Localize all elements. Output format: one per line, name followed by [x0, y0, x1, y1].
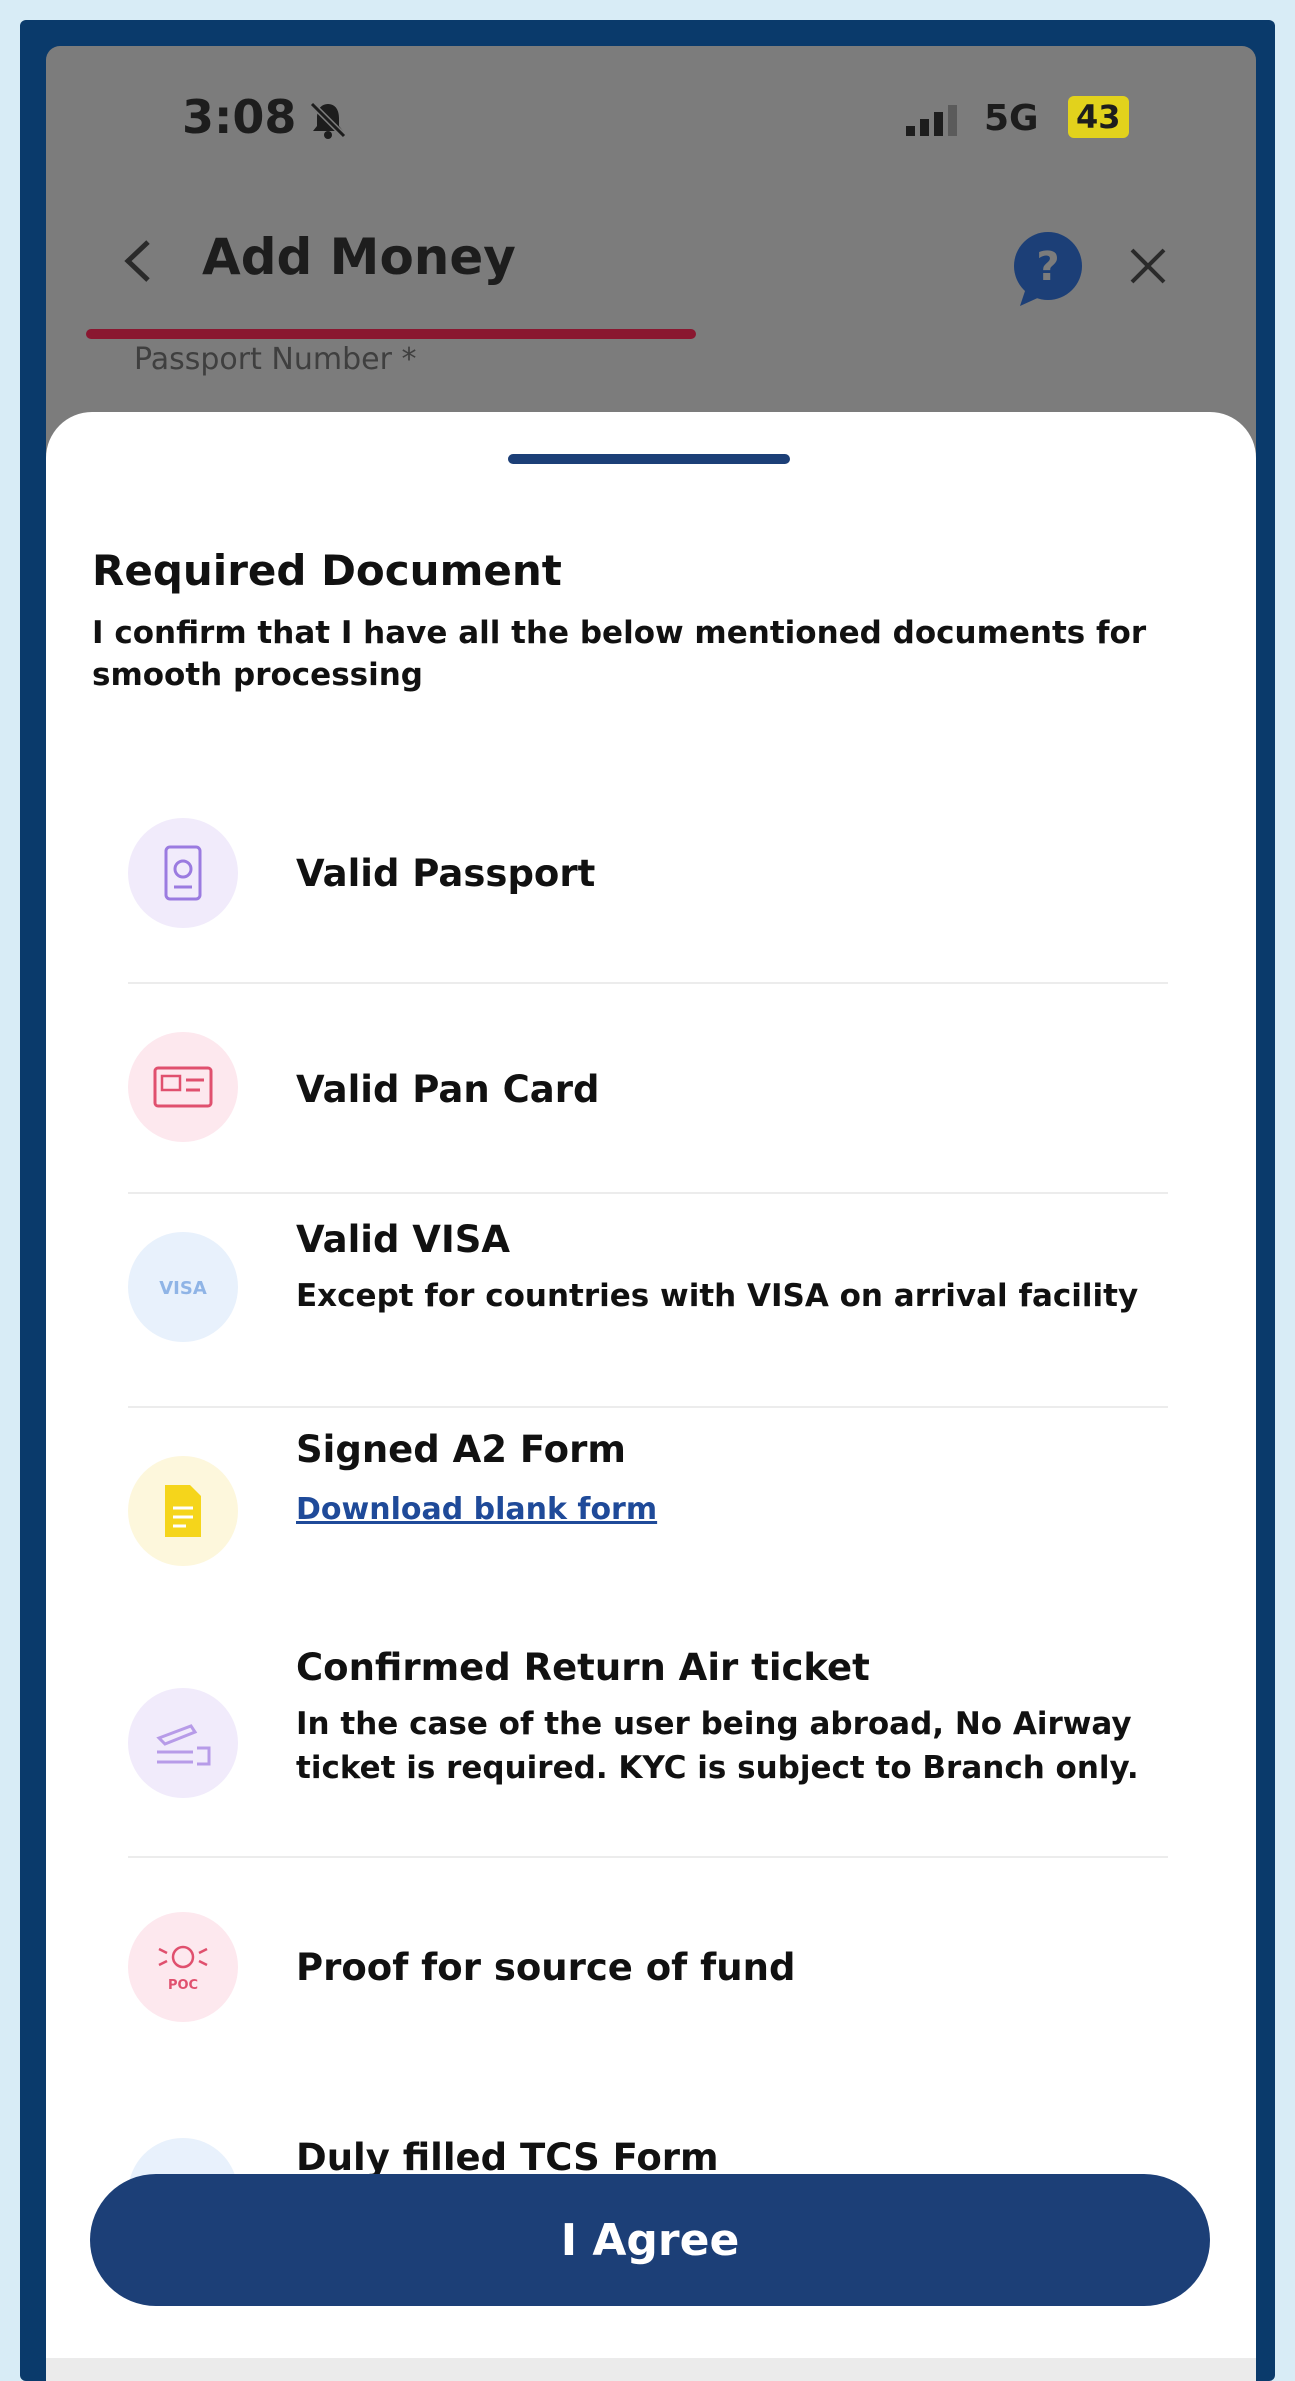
sheet-subtitle: I confirm that I have all the below ment… — [92, 615, 1147, 693]
svg-text:?: ? — [1036, 244, 1059, 290]
bottom-navigation-area — [46, 2358, 1256, 2381]
source-of-fund-icon: POC — [128, 1912, 238, 2022]
svg-text:POC: POC — [168, 1978, 198, 1993]
phone-screen: 3:08 5G 43 Add Money ? Passport Number *… — [46, 46, 1256, 2381]
svg-text:VISA: VISA — [159, 1278, 207, 1299]
doc-title: Valid Pan Card — [296, 1068, 600, 1111]
air-ticket-icon — [128, 1688, 238, 1798]
status-time: 3:08 — [182, 90, 297, 144]
doc-title: Valid VISA — [296, 1218, 510, 1261]
doc-description: Except for countries with VISA on arriva… — [296, 1278, 1139, 1314]
signal-strength-icon — [904, 104, 964, 142]
sheet-drag-handle[interactable] — [508, 454, 790, 464]
download-blank-form-link[interactable]: Download blank form — [296, 1492, 657, 1527]
passport-number-label: Passport Number * — [134, 342, 417, 377]
divider — [128, 1856, 1168, 1858]
form-document-icon — [128, 1456, 238, 1566]
divider — [128, 982, 1168, 984]
doc-title: Proof for source of fund — [296, 1946, 796, 1989]
required-document-sheet: Required Document I confirm that I have … — [46, 412, 1256, 2381]
help-chat-icon[interactable]: ? — [1006, 226, 1090, 314]
sheet-title: Required Document — [92, 546, 562, 595]
doc-title: Valid Passport — [296, 852, 596, 895]
doc-description: In the case of the user being abroad, No… — [296, 1706, 1139, 1786]
agree-button[interactable]: I Agree — [90, 2174, 1210, 2306]
doc-title: Duly filled TCS Form — [296, 2136, 719, 2179]
divider — [128, 1406, 1168, 1408]
page-title: Add Money — [202, 228, 516, 286]
visa-icon: VISA — [128, 1232, 238, 1342]
silent-bell-icon — [308, 100, 348, 144]
doc-title: Signed A2 Form — [296, 1428, 626, 1471]
network-type: 5G — [984, 98, 1039, 139]
doc-title: Confirmed Return Air ticket — [296, 1646, 870, 1689]
id-card-icon — [128, 1032, 238, 1142]
back-chevron-icon[interactable] — [118, 236, 158, 290]
divider — [128, 1192, 1168, 1194]
form-progress-bar — [86, 329, 696, 339]
passport-icon — [128, 818, 238, 928]
battery-level: 43 — [1068, 96, 1129, 138]
close-icon[interactable] — [1128, 246, 1168, 290]
